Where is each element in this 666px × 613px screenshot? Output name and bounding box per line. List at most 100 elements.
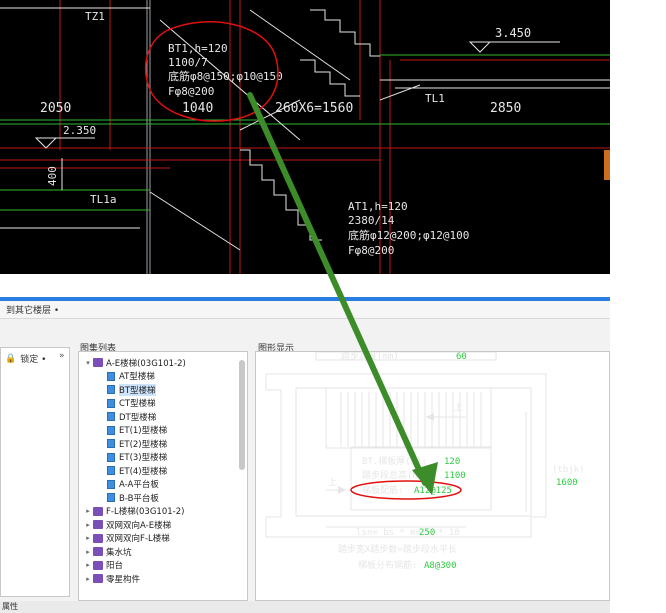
tree-item[interactable]: ▸ 双网双向A-E楼梯 (83, 518, 186, 532)
tree-item-label: CT型楼梯 (119, 399, 156, 410)
tree-item[interactable]: ▸ 双网双向F-L楼梯 (83, 532, 186, 546)
tree-item[interactable]: CT型楼梯 (83, 397, 186, 411)
expand-icon[interactable]: » (59, 351, 65, 361)
tree-item[interactable]: ▸ 零星构件 (83, 572, 186, 586)
tree-item[interactable]: ▸ F-L楼梯(03G101-2) (83, 505, 186, 519)
tree-item[interactable]: DT型楼梯 (83, 410, 186, 424)
stair-type-icon (107, 479, 115, 489)
label-bt-steps: 1100/7 (168, 56, 208, 69)
left-pane: 🔒 锁定 • » (0, 347, 70, 597)
atlas-tree-pane: ▾ A-E楼梯(03G101-2) AT型楼梯 BT型楼梯 CT型楼梯 DT型楼梯 ET(1… (78, 351, 248, 601)
label-dim-2050: 2050 (40, 101, 71, 116)
tree-item[interactable]: ET(3)型楼梯 (83, 451, 186, 465)
preview-lsn-mult: * 10 (438, 528, 460, 538)
preview-bt-value: 120 (444, 457, 460, 467)
collapsed-arrow-icon[interactable]: ▸ (83, 548, 93, 556)
tree-item-label: 双网双向A-E楼梯 (106, 520, 172, 531)
toolbar: 到其它楼层 • (0, 301, 610, 319)
label-bt-h: BT1,h=120 (168, 42, 228, 55)
preview-rebar-value: A12@125 (414, 486, 452, 496)
lock-control[interactable]: 🔒 锁定 • (5, 352, 47, 366)
collapsed-arrow-icon[interactable]: ▸ (83, 561, 93, 569)
stair-type-icon (107, 385, 115, 395)
tree-item[interactable]: ▸ 集水坑 (83, 545, 186, 559)
atlas-book-icon (93, 560, 103, 570)
stair-type-icon (107, 466, 115, 476)
tree-item-label: F-L楼梯(03G101-2) (106, 507, 185, 518)
label-dim-2850: 2850 (490, 101, 521, 116)
label-at-steps: 2380/14 (348, 214, 395, 227)
atlas-tree: ▾ A-E楼梯(03G101-2) AT型楼梯 BT型楼梯 CT型楼梯 DT型楼梯 ET(1… (83, 356, 186, 586)
label-at-h: AT1,h=120 (348, 200, 408, 213)
label-elev-2350: 2.350 (63, 124, 96, 137)
tree-item[interactable]: ▾ A-E楼梯(03G101-2) (83, 356, 186, 370)
label-dim-260x6: 260X6=1560 (275, 101, 353, 116)
stair-type-icon (107, 493, 115, 503)
screenshot-composite: TZ1 3.450 BT1,h=120 1100/7 底筋φ8@150;φ10@… (0, 0, 666, 613)
tree-item-label: AT型楼梯 (119, 372, 155, 383)
tree-item-label: A-E楼梯(03G101-2) (106, 358, 186, 369)
preview-bt-label: BT.梯板厚(h): (362, 455, 427, 467)
tree-item-label: B-B平台板 (119, 493, 159, 504)
tree-item[interactable]: ET(2)型楼梯 (83, 437, 186, 451)
tree-item-label: ET(1)型楼梯 (119, 426, 168, 437)
label-at-dist: Fφ8@200 (348, 244, 394, 257)
atlas-book-icon (93, 533, 103, 543)
stair-software-window: 到其它楼层 • 🔒 锁定 • » 图集列表 图形显示 ▾ A-E楼梯(03G101… (0, 297, 610, 613)
tree-item[interactable]: ET(1)型楼梯 (83, 424, 186, 438)
tree-item-label: ET(3)型楼梯 (119, 453, 168, 464)
stair-type-icon (107, 412, 115, 422)
stair-type-icon (107, 371, 115, 381)
preview-tbjk-value: 1600 (556, 478, 578, 488)
preview-rebar-label: 梯板配筋: (362, 484, 403, 496)
tree-item[interactable]: A-A平台板 (83, 478, 186, 492)
lock-icon: 🔒 (5, 353, 17, 364)
tree-item[interactable]: ET(4)型楼梯 (83, 464, 186, 478)
stair-type-icon (107, 425, 115, 435)
label-elev-3450: 3.450 (495, 26, 531, 40)
label-at-rebar: 底筋φ12@200;φ12@100 (348, 228, 469, 242)
tree-item-label: ET(2)型楼梯 (119, 439, 168, 450)
label-tz1: TZ1 (85, 10, 105, 23)
collapsed-arrow-icon[interactable]: ▸ (83, 521, 93, 529)
copy-to-floor-menu[interactable]: 到其它楼层 • (6, 303, 59, 316)
lock-label: 锁定 • (20, 355, 47, 365)
tree-item-label: 双网双向F-L楼梯 (106, 534, 170, 545)
atlas-book-icon (93, 547, 103, 557)
preview-tbjk-label: (tbjk) (552, 465, 585, 475)
tree-scrollbar[interactable] (239, 360, 245, 470)
preview-header-value: 60 (456, 352, 467, 362)
preview-up-label-2: 上 (328, 477, 337, 488)
label-bt-dist: Fφ8@200 (168, 85, 214, 98)
label-dim-1040: 1040 (182, 101, 213, 116)
preview-lsn-label: lsn= bs * m= (356, 528, 422, 538)
stair-type-icon (107, 439, 115, 449)
preview-dist-label: 梯板分布钢筋: (358, 559, 417, 571)
tree-item-label: BT型楼梯 (119, 383, 156, 396)
cad-drawing: TZ1 3.450 BT1,h=120 1100/7 底筋φ8@150;φ10@… (0, 0, 610, 274)
label-tl1: TL1 (425, 92, 445, 105)
preview-step-total-value: 1100 (444, 471, 466, 481)
status-bar: 属性 (0, 601, 610, 613)
label-tl1a: TL1a (90, 193, 117, 206)
atlas-book-icon (93, 520, 103, 530)
label-dim-400: 400 (46, 166, 59, 186)
tree-item-label: A-A平台板 (119, 480, 159, 491)
preview-step-total-label: 踏步段总高(Hs): (362, 469, 434, 481)
collapsed-arrow-icon[interactable]: ▸ (83, 575, 93, 583)
tree-item[interactable]: AT型楼梯 (83, 370, 186, 384)
collapsed-arrow-icon[interactable]: ▸ (83, 534, 93, 542)
atlas-book-icon (93, 358, 103, 368)
expanded-arrow-icon[interactable]: ▾ (83, 359, 93, 367)
collapsed-arrow-icon[interactable]: ▸ (83, 507, 93, 515)
status-text: 属性 (2, 602, 18, 611)
tree-item[interactable]: BT型楼梯 (83, 383, 186, 397)
tree-item[interactable]: ▸ 阳台 (83, 559, 186, 573)
tree-item[interactable]: B-B平台板 (83, 491, 186, 505)
atlas-book-icon (93, 506, 103, 516)
tree-item-label: 阳台 (106, 561, 124, 572)
preview-dist-value: A8@300 (424, 561, 457, 571)
cad-canvas: TZ1 3.450 BT1,h=120 1100/7 底筋φ8@150;φ10@… (0, 0, 610, 274)
preview-up-label-1: 上 (454, 402, 463, 413)
atlas-book-icon (93, 574, 103, 584)
